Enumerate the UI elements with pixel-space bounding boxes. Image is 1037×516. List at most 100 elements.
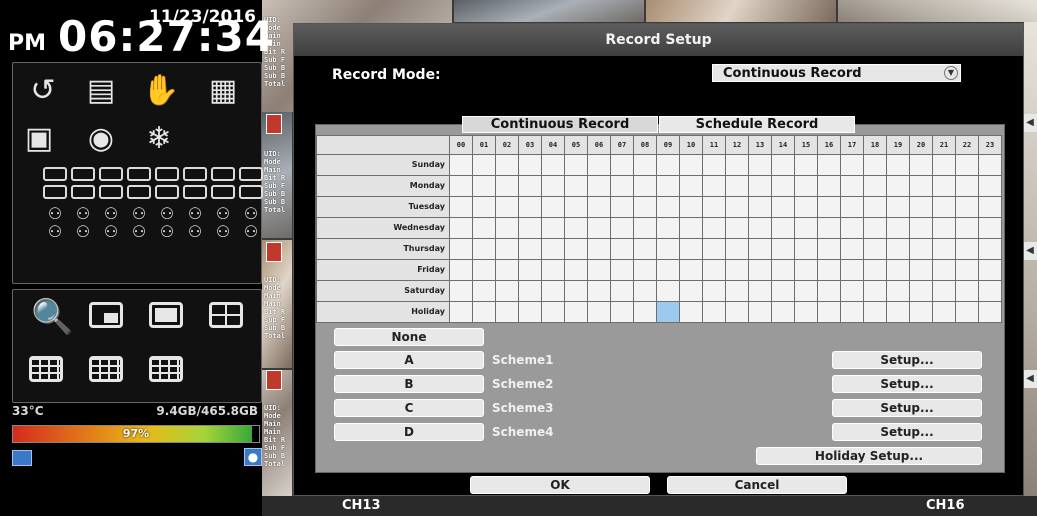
- schedule-cell[interactable]: [771, 175, 795, 197]
- schedule-cell[interactable]: [771, 154, 795, 176]
- schedule-cell[interactable]: [748, 238, 772, 260]
- schedule-cell[interactable]: [771, 196, 795, 218]
- zoom-search-icon[interactable]: 🔍: [31, 300, 73, 334]
- single-layout-icon[interactable]: [149, 302, 183, 328]
- schedule-cell[interactable]: [679, 301, 703, 323]
- schedule-cell[interactable]: [748, 175, 772, 197]
- schedule-cell[interactable]: [702, 238, 726, 260]
- schedule-cell[interactable]: [472, 259, 496, 281]
- schedule-cell[interactable]: [817, 259, 841, 281]
- schedule-cell[interactable]: [541, 217, 565, 239]
- scheme-none-button[interactable]: None: [334, 328, 484, 346]
- pip-layout-icon[interactable]: [89, 302, 123, 328]
- schedule-cell[interactable]: [909, 175, 933, 197]
- cancel-button[interactable]: Cancel: [667, 476, 847, 494]
- network-icon[interactable]: [12, 450, 32, 466]
- schedule-cell[interactable]: [932, 217, 956, 239]
- schedule-cell[interactable]: [840, 154, 864, 176]
- schedule-cell[interactable]: [564, 196, 588, 218]
- schedule-cell[interactable]: [564, 280, 588, 302]
- schedule-cell[interactable]: [518, 196, 542, 218]
- schedule-cell[interactable]: [794, 154, 818, 176]
- schedule-cell[interactable]: [955, 154, 979, 176]
- schedule-cell[interactable]: [840, 196, 864, 218]
- schedule-cell[interactable]: [541, 280, 565, 302]
- schedule-cell[interactable]: [840, 217, 864, 239]
- schedule-cell[interactable]: [679, 196, 703, 218]
- schedule-cell[interactable]: [978, 154, 1002, 176]
- user-icon[interactable]: ●: [244, 448, 262, 466]
- schedule-cell[interactable]: [610, 196, 634, 218]
- camera-button[interactable]: [43, 185, 67, 199]
- schedule-cell[interactable]: [610, 280, 634, 302]
- schedule-cell[interactable]: [978, 280, 1002, 302]
- schedule-cell[interactable]: [449, 280, 473, 302]
- schedule-cell[interactable]: [955, 259, 979, 281]
- schedule-cell[interactable]: [587, 280, 611, 302]
- schedule-cell[interactable]: [472, 196, 496, 218]
- schedule-cell[interactable]: [840, 280, 864, 302]
- schedule-cell[interactable]: [886, 175, 910, 197]
- schedule-cell[interactable]: [633, 280, 657, 302]
- schedule-cell[interactable]: [886, 154, 910, 176]
- camera-button[interactable]: [239, 185, 263, 199]
- schedule-cell[interactable]: [863, 301, 887, 323]
- camera-button[interactable]: [211, 167, 235, 181]
- schedule-cell[interactable]: [472, 301, 496, 323]
- schedule-cell[interactable]: [633, 196, 657, 218]
- schedule-cell[interactable]: [817, 196, 841, 218]
- camera-button[interactable]: [155, 185, 179, 199]
- camera-button[interactable]: [239, 167, 263, 181]
- schedule-cell[interactable]: [955, 196, 979, 218]
- schedule-cell[interactable]: [472, 280, 496, 302]
- schedule-cell[interactable]: [978, 238, 1002, 260]
- schedule-cell[interactable]: [495, 154, 519, 176]
- camera-button[interactable]: [71, 167, 95, 181]
- schedule-cell[interactable]: [863, 154, 887, 176]
- schedule-cell[interactable]: [495, 280, 519, 302]
- schedule-cell[interactable]: [771, 259, 795, 281]
- schedule-cell[interactable]: [495, 196, 519, 218]
- scheme-1-setup-button[interactable]: Setup...: [832, 351, 982, 369]
- schedule-cell[interactable]: [449, 301, 473, 323]
- schedule-cell[interactable]: [863, 175, 887, 197]
- schedule-cell[interactable]: [840, 238, 864, 260]
- scheme-d-button[interactable]: D: [334, 423, 484, 441]
- schedule-cell[interactable]: [702, 217, 726, 239]
- schedule-cell[interactable]: [748, 301, 772, 323]
- schedule-cell[interactable]: [909, 259, 933, 281]
- schedule-cell[interactable]: [633, 175, 657, 197]
- schedule-cell[interactable]: [794, 196, 818, 218]
- schedule-cell[interactable]: [771, 238, 795, 260]
- schedule-cell[interactable]: [633, 259, 657, 281]
- schedule-cell[interactable]: [518, 175, 542, 197]
- schedule-cell[interactable]: [932, 196, 956, 218]
- schedule-cell[interactable]: [495, 301, 519, 323]
- schedule-cell[interactable]: [495, 217, 519, 239]
- schedule-cell[interactable]: [840, 301, 864, 323]
- schedule-cell[interactable]: [725, 154, 749, 176]
- camera-button[interactable]: [71, 185, 95, 199]
- schedule-cell[interactable]: [817, 301, 841, 323]
- playback-icon[interactable]: ↺: [23, 75, 63, 107]
- schedule-cell[interactable]: [909, 280, 933, 302]
- schedule-cell[interactable]: [794, 301, 818, 323]
- schedule-cell[interactable]: [886, 238, 910, 260]
- camera-button[interactable]: [127, 167, 151, 181]
- camera-button[interactable]: [127, 185, 151, 199]
- camera-button[interactable]: [99, 185, 123, 199]
- schedule-cell[interactable]: [794, 280, 818, 302]
- schedule-cell[interactable]: [748, 259, 772, 281]
- schedule-cell-selected[interactable]: [656, 301, 680, 323]
- schedule-cell[interactable]: [472, 154, 496, 176]
- schedule-cell[interactable]: [633, 238, 657, 260]
- schedule-cell[interactable]: [656, 238, 680, 260]
- schedule-cell[interactable]: [702, 196, 726, 218]
- camera-button[interactable]: [43, 167, 67, 181]
- ptz-hand-icon[interactable]: ✋: [141, 75, 181, 107]
- scheme-3-setup-button[interactable]: Setup...: [832, 399, 982, 417]
- schedule-cell[interactable]: [702, 259, 726, 281]
- schedule-cell[interactable]: [771, 280, 795, 302]
- schedule-cell[interactable]: [679, 238, 703, 260]
- schedule-cell[interactable]: [564, 238, 588, 260]
